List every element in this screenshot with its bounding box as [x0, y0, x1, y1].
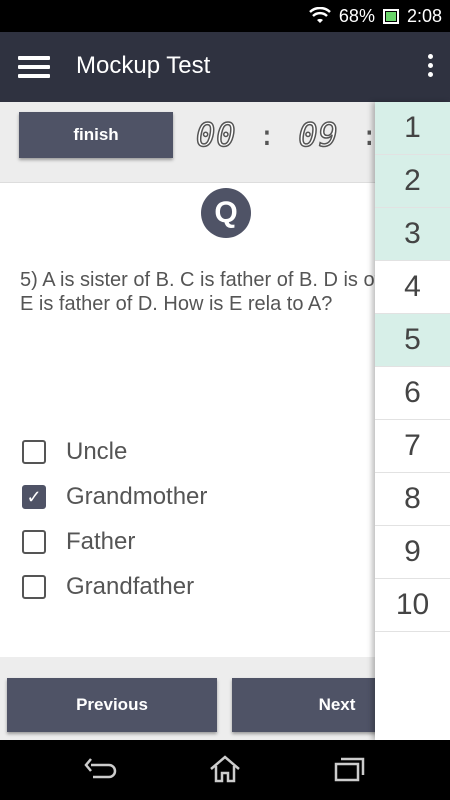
- option-grandfather[interactable]: Grandfather: [22, 570, 194, 604]
- back-icon[interactable]: [83, 754, 119, 784]
- recents-icon[interactable]: [331, 754, 367, 784]
- checkbox-checked-icon[interactable]: ✓: [22, 485, 46, 509]
- app-bar: Mockup Test: [0, 32, 450, 102]
- option-uncle[interactable]: Uncle: [22, 435, 127, 469]
- home-icon[interactable]: [207, 754, 243, 784]
- question-list-item[interactable]: 10: [375, 579, 450, 632]
- question-list-item[interactable]: 8: [375, 473, 450, 526]
- menu-icon[interactable]: [18, 56, 50, 78]
- question-list-item[interactable]: 6: [375, 367, 450, 420]
- timer-seconds: 09: [298, 115, 339, 155]
- question-list-item[interactable]: 2: [375, 155, 450, 208]
- battery-percent: 68%: [338, 5, 375, 26]
- question-badge: Q: [201, 188, 251, 238]
- question-list-item[interactable]: 3: [375, 208, 450, 261]
- timer-minutes: 00: [195, 115, 237, 155]
- countdown-timer: 00 : 09 :: [195, 115, 379, 155]
- option-grandmother[interactable]: ✓ Grandmother: [22, 480, 207, 514]
- checkbox-icon[interactable]: [22, 530, 46, 554]
- option-father[interactable]: Father: [22, 525, 135, 559]
- battery-icon: [382, 8, 399, 24]
- page-title: Mockup Test: [76, 52, 211, 79]
- checkbox-icon[interactable]: [22, 575, 46, 599]
- wifi-icon: [309, 7, 331, 23]
- finish-button[interactable]: finish: [19, 112, 173, 158]
- question-list-item[interactable]: 4: [375, 261, 450, 314]
- question-list-item[interactable]: 5: [375, 314, 450, 367]
- question-list-item[interactable]: 1: [375, 102, 450, 155]
- question-list-item[interactable]: 7: [375, 420, 450, 473]
- option-label: Grandfather: [66, 573, 195, 600]
- checkbox-icon[interactable]: [22, 440, 46, 464]
- previous-button[interactable]: Previous: [7, 678, 217, 732]
- more-vert-icon[interactable]: [426, 54, 434, 80]
- question-list-panel: 1 2 3 4 5 6 7 8 9 10: [375, 102, 450, 740]
- system-nav-bar: [0, 740, 450, 800]
- clock: 2:08: [406, 5, 442, 26]
- option-label: Uncle: [66, 438, 128, 465]
- timer-separator: :: [258, 118, 277, 152]
- option-label: Father: [66, 528, 136, 555]
- option-label: Grandmother: [66, 483, 208, 510]
- question-list-item[interactable]: 9: [375, 526, 450, 579]
- status-bar: 68% 2:08: [0, 0, 450, 32]
